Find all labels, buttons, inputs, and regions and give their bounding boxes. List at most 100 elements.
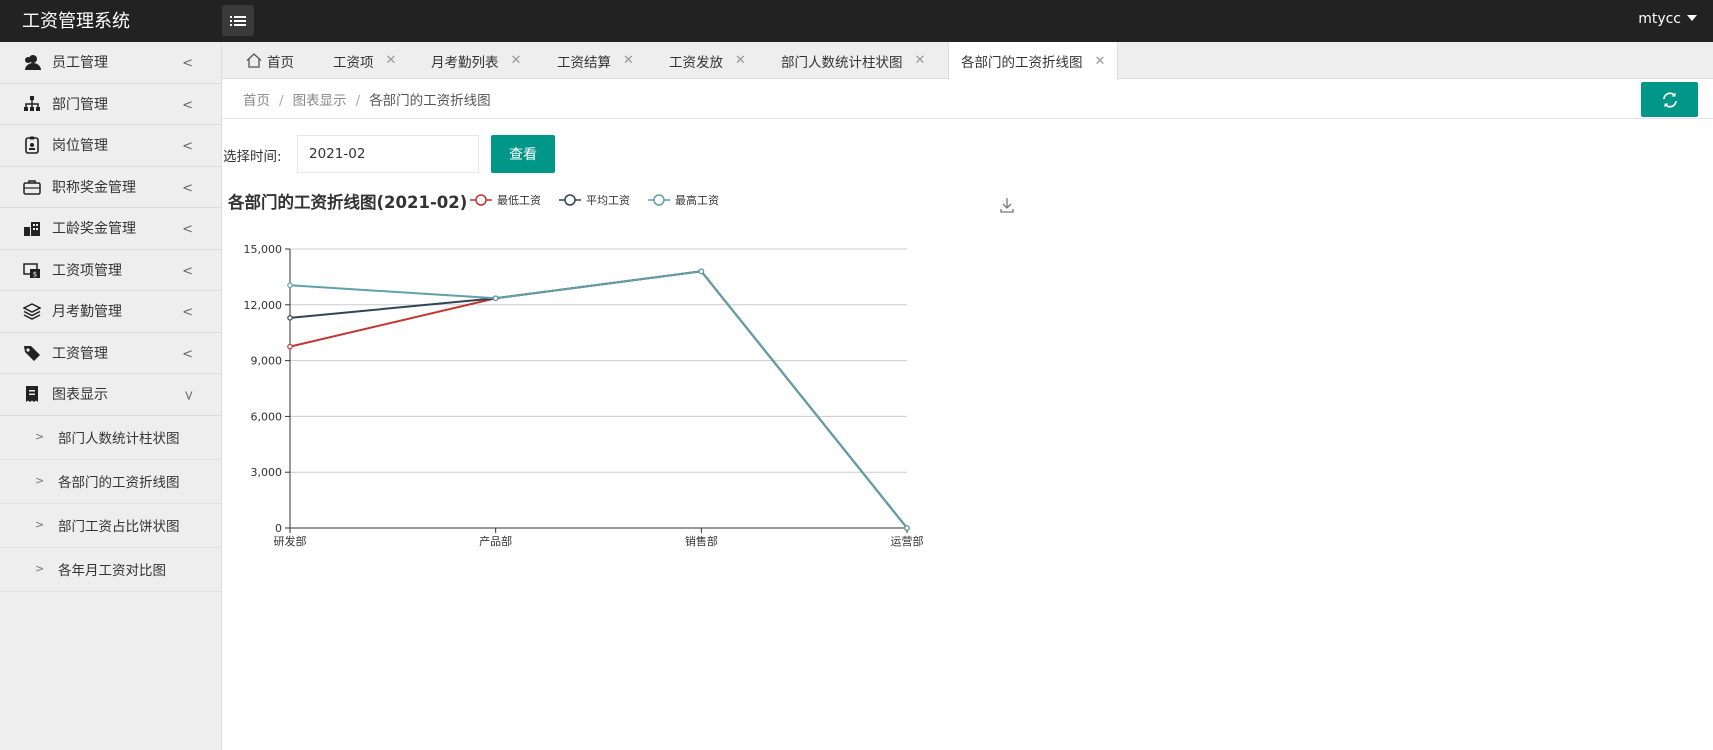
chart-series: [287, 268, 910, 531]
sidebar-item-salary-items[interactable]: $ 工资项管理 <: [0, 250, 221, 291]
data-point[interactable]: [492, 295, 499, 302]
x-tick-label: 运营部: [891, 534, 924, 548]
tab-salary-settlement[interactable]: 工资结算 ✕: [557, 42, 634, 79]
chart-title: 各部门的工资折线图(2021-02): [227, 192, 467, 212]
chart-legend: 最低工资 平均工资 最高工资: [470, 193, 719, 207]
salary-line-chart: 各部门的工资折线图(2021-02) 最低工资 平均工资 最高工资 0 3,000 6,…: [227, 192, 1014, 548]
tab-salary-payment[interactable]: 工资发放 ✕: [669, 42, 746, 79]
y-tick-label: 12,000: [244, 299, 283, 312]
app-title: 工资管理系统: [22, 11, 130, 32]
layers-icon: [22, 301, 42, 321]
sidebar-item-label: 工资项管理: [52, 262, 122, 279]
caret-down-icon[interactable]: [1687, 15, 1697, 21]
data-point[interactable]: [698, 268, 705, 275]
users-icon: [22, 52, 42, 72]
sidebar-item-label: 图表显示: [52, 387, 108, 404]
legend-label[interactable]: 最高工资: [675, 193, 719, 207]
user-menu[interactable]: mtycc: [1638, 11, 1681, 27]
sidebar-item-label: 员工管理: [52, 55, 108, 72]
breadcrumb-home[interactable]: 首页: [243, 93, 270, 109]
close-icon[interactable]: ✕: [915, 53, 926, 68]
y-tick-label: 3,000: [251, 466, 283, 479]
breadcrumb-separator: /: [279, 93, 284, 109]
tab-label: 月考勤列表: [431, 54, 499, 71]
breadcrumb: 首页 / 图表显示 / 各部门的工资折线图: [243, 89, 491, 109]
menu-icon: [230, 15, 246, 26]
tab-dept-bar-chart[interactable]: 部门人数统计柱状图 ✕: [781, 42, 925, 79]
menu-toggle-button[interactable]: [222, 5, 254, 36]
data-point[interactable]: [904, 525, 910, 531]
top-header: 工资管理系统 mtycc: [0, 0, 1713, 42]
chevron-right-icon: >: [35, 473, 45, 487]
sidebar-item-label: 部门管理: [52, 96, 108, 113]
y-tick-label: 6,000: [251, 410, 283, 423]
data-point[interactable]: [287, 343, 293, 350]
breadcrumb-separator: /: [355, 93, 361, 109]
tab-label: 工资发放: [669, 54, 723, 71]
chevron-right-icon: >: [35, 429, 45, 443]
chevron-left-icon: <: [182, 139, 193, 154]
chevron-left-icon: <: [182, 263, 193, 279]
tab-salary-items[interactable]: 工资项 ✕: [333, 42, 396, 79]
money-icon: $: [22, 260, 42, 280]
sidebar-item-title-bonus[interactable]: 职称奖金管理 <: [0, 167, 221, 208]
sidebar-item-position[interactable]: 岗位管理 <: [0, 125, 221, 167]
tab-dept-line-chart[interactable]: 各部门的工资折线图 ✕: [948, 42, 1119, 80]
x-tick-label: 研发部: [274, 534, 307, 548]
sitemap-icon: [22, 94, 42, 114]
legend-label[interactable]: 最低工资: [497, 194, 541, 207]
close-icon[interactable]: ✕: [511, 53, 522, 68]
legend-marker: [653, 194, 665, 206]
download-icon[interactable]: [1000, 198, 1014, 213]
sidebar-subitem-label: 各部门的工资折线图: [58, 475, 180, 491]
data-point[interactable]: [287, 282, 293, 289]
month-input[interactable]: [297, 135, 479, 173]
tab-label: 部门人数统计柱状图: [781, 54, 903, 71]
sidebar-item-attendance[interactable]: 月考勤管理 <: [0, 291, 221, 333]
sidebar-item-seniority-bonus[interactable]: 工龄奖金管理 <: [0, 208, 221, 250]
sidebar: 员工管理 < 部门管理 < 岗位管理 < 职称奖金管理 < 工龄奖金管理 < $…: [0, 42, 222, 750]
close-icon[interactable]: ✕: [1095, 54, 1106, 69]
series-line: [289, 270, 908, 529]
tags-icon: [22, 343, 42, 363]
chevron-left-icon: <: [182, 346, 193, 362]
chevron-left-icon: <: [182, 180, 193, 196]
close-icon[interactable]: ✕: [735, 53, 746, 68]
tab-home[interactable]: 首页: [246, 42, 294, 79]
chevron-left-icon: <: [182, 97, 193, 113]
refresh-button[interactable]: [1641, 82, 1698, 117]
sidebar-item-charts[interactable]: 图表显示 <: [0, 374, 221, 416]
y-tick-label: 9,000: [251, 355, 283, 368]
legend-marker: [564, 194, 576, 206]
view-button[interactable]: 查看: [491, 135, 555, 173]
tab-attendance-list[interactable]: 月考勤列表 ✕: [431, 42, 521, 79]
tab-bar: 首页 工资项 ✕ 月考勤列表 ✕ 工资结算 ✕ 工资发放 ✕ 部门人数统计柱状图…: [222, 42, 1713, 80]
sidebar-item-label: 岗位管理: [52, 138, 108, 155]
breadcrumb-current: 各部门的工资折线图: [369, 93, 491, 109]
chevron-down-icon: <: [182, 390, 198, 401]
time-filter-label: 选择时间:: [223, 149, 282, 165]
sidebar-item-label: 工资管理: [52, 345, 108, 362]
sidebar-item-employee[interactable]: 员工管理 <: [0, 42, 221, 84]
sidebar-subitem-dept-pie[interactable]: > 部门工资占比饼状图: [0, 504, 221, 548]
sidebar-subitem-dept-line[interactable]: > 各部门的工资折线图: [0, 460, 221, 504]
close-icon[interactable]: ✕: [623, 53, 634, 68]
briefcase-icon: [22, 177, 42, 197]
tab-label: 工资结算: [557, 54, 611, 71]
sidebar-item-salary[interactable]: 工资管理 <: [0, 333, 221, 374]
refresh-icon: [1662, 91, 1677, 108]
sidebar-item-department[interactable]: 部门管理 <: [0, 84, 221, 125]
breadcrumb-section[interactable]: 图表显示: [293, 93, 347, 109]
sidebar-subitem-dept-bar[interactable]: > 部门人数统计柱状图: [0, 416, 221, 460]
buildings-icon: [22, 218, 42, 238]
legend-label[interactable]: 平均工资: [586, 194, 630, 207]
sidebar-item-label: 月考勤管理: [52, 304, 122, 321]
close-icon[interactable]: ✕: [386, 53, 397, 68]
divider: [222, 118, 1713, 119]
tab-label: 工资项: [333, 54, 374, 71]
sidebar-subitem-monthly-compare[interactable]: > 各年月工资对比图: [0, 548, 221, 592]
tab-label: 各部门的工资折线图: [961, 55, 1083, 71]
chevron-left-icon: <: [182, 222, 193, 237]
chevron-left-icon: <: [182, 305, 193, 320]
data-point[interactable]: [287, 315, 293, 321]
